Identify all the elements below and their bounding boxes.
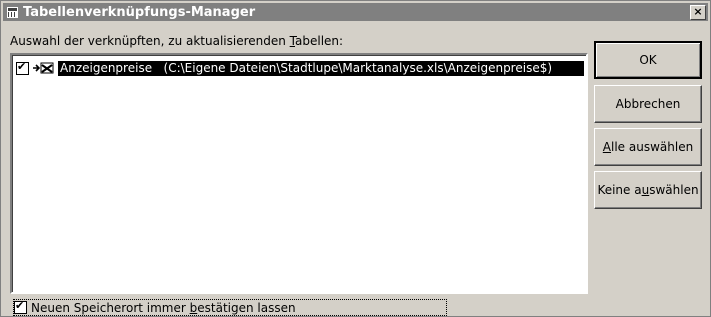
cancel-button[interactable]: Abbrechen: [594, 85, 702, 123]
close-button[interactable]: ×: [690, 5, 706, 20]
list-item[interactable]: Anzeigenpreise (C:\Eigene Dateien\Stadtl…: [16, 60, 584, 76]
linked-excel-table-icon: [32, 61, 58, 75]
dialog-window: Tabellenverknüpfungs-Manager × Auswahl d…: [0, 0, 711, 317]
select-all-button[interactable]: Alle auswählen: [594, 128, 702, 166]
item-checkbox[interactable]: [16, 60, 29, 75]
list-caption: Auswahl der verknüpften, zu aktualisiere…: [10, 34, 344, 48]
window-title: Tabellenverknüpfungs-Manager: [23, 4, 256, 20]
table-icon: [7, 6, 18, 18]
confirm-location-option[interactable]: Neuen Speicherort immer bestätigen lasse…: [13, 299, 447, 316]
confirm-location-label: Neuen Speicherort immer bestätigen lasse…: [31, 300, 296, 315]
confirm-location-checkbox[interactable]: [14, 299, 27, 314]
list-item-label: Anzeigenpreise (C:\Eigene Dateien\Stadtl…: [58, 60, 584, 76]
select-none-button[interactable]: Keine auswählen: [594, 171, 702, 209]
title-bar[interactable]: Tabellenverknüpfungs-Manager ×: [3, 3, 708, 21]
linked-tables-list[interactable]: Anzeigenpreise (C:\Eigene Dateien\Stadtl…: [10, 53, 588, 294]
ok-button[interactable]: OK: [594, 41, 702, 79]
